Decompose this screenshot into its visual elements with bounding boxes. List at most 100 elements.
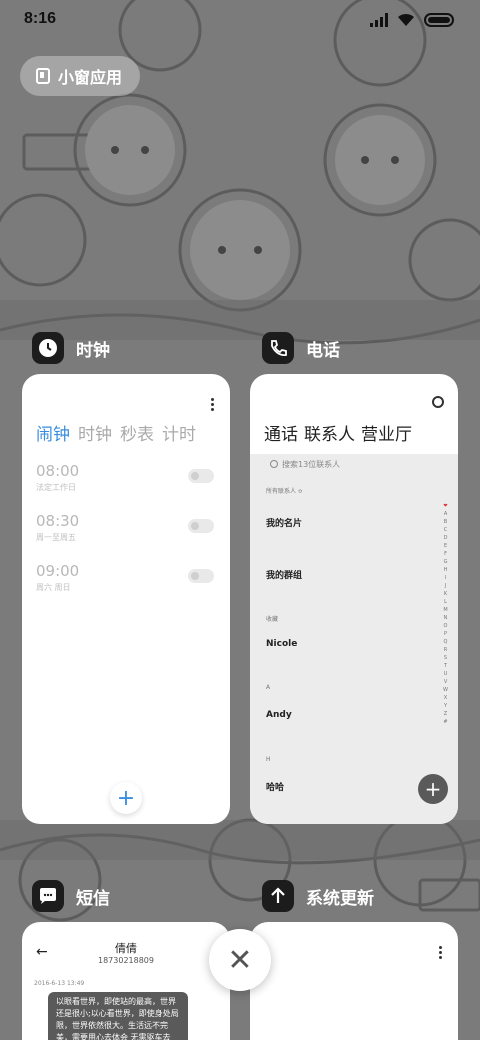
contacts-search-input[interactable]: 搜索13位联系人 xyxy=(260,454,448,474)
tab-contacts[interactable]: 联系人 xyxy=(304,420,355,445)
index-letter[interactable]: # xyxy=(443,718,447,726)
index-letter[interactable]: J xyxy=(445,582,446,590)
alarm-toggle[interactable] xyxy=(188,469,214,483)
index-letter[interactable]: A xyxy=(444,510,447,518)
chat-bubble-icon xyxy=(40,888,56,904)
index-letter[interactable]: U xyxy=(444,670,448,678)
contact-item[interactable]: Nicole xyxy=(266,639,297,649)
arrow-up-icon xyxy=(271,887,285,903)
signal-icon xyxy=(370,13,388,27)
alarm-repeat: 周六 周日 xyxy=(36,583,71,592)
messages-app-header[interactable]: 短信 xyxy=(32,880,110,912)
tab-timer[interactable]: 计时 xyxy=(162,420,196,445)
conversation-contact-name: 倩倩 xyxy=(115,942,137,955)
index-letter[interactable]: C xyxy=(444,526,448,534)
alphabet-index[interactable]: ❤ A B C D E F G H I J K L M N O P Q R S … xyxy=(443,502,448,726)
message-bubble[interactable]: 以眼看世界，即使站的最高，世界还是很小;以心看世界，即使身处局限，世界依然很大。… xyxy=(48,992,188,1040)
tab-stopwatch[interactable]: 秒表 xyxy=(120,420,154,445)
small-window-apps-button[interactable]: 小窗应用 xyxy=(20,56,140,96)
alarm-toggle[interactable] xyxy=(188,569,214,583)
index-letter[interactable]: D xyxy=(444,534,448,542)
index-letter[interactable]: Z xyxy=(444,710,447,718)
index-letter[interactable]: M xyxy=(443,606,447,614)
index-letter[interactable]: I xyxy=(445,574,446,582)
update-more-icon[interactable] xyxy=(439,946,442,959)
search-placeholder: 搜索13位联系人 xyxy=(282,459,341,469)
alarm-item[interactable]: 08:30 周一至周五 xyxy=(36,512,79,543)
add-alarm-button[interactable]: + xyxy=(110,782,142,814)
settings-icon[interactable] xyxy=(432,396,444,408)
index-letter[interactable]: O xyxy=(444,622,448,630)
section-header: A xyxy=(266,684,271,691)
small-window-label: 小窗应用 xyxy=(58,68,123,87)
index-letter[interactable]: B xyxy=(444,518,447,526)
my-card-item[interactable]: 我的名片 xyxy=(266,516,302,529)
add-contact-button[interactable]: + xyxy=(418,774,448,804)
tab-calls[interactable]: 通话 xyxy=(264,420,298,445)
index-letter[interactable]: ❤ xyxy=(443,502,447,510)
contact-item[interactable]: 哈哈 xyxy=(266,780,284,793)
index-letter[interactable]: N xyxy=(444,614,448,622)
alarm-time: 08:30 xyxy=(36,512,80,530)
index-letter[interactable]: S xyxy=(444,654,447,662)
message-timestamp: 2016-6-13 13:49 xyxy=(34,980,85,987)
update-app-icon xyxy=(262,880,294,912)
index-letter[interactable]: H xyxy=(444,566,448,574)
alarm-time: 09:00 xyxy=(36,562,80,580)
phone-window-card[interactable]: 通话 联系人 营业厅 搜索13位联系人 所有联系人 ≎ 我的名片 我的群组 收藏… xyxy=(250,374,458,824)
index-letter[interactable]: T xyxy=(444,662,447,670)
favorites-header: 收藏 xyxy=(266,616,279,623)
alarm-repeat: 周一至周五 xyxy=(36,533,76,542)
update-window-card[interactable] xyxy=(250,922,458,1040)
conversation-contact-number: 18730218809 xyxy=(98,956,154,965)
alarm-repeat: 法定工作日 xyxy=(36,483,76,492)
index-letter[interactable]: W xyxy=(443,686,448,694)
index-letter[interactable]: R xyxy=(444,646,447,654)
clock-app-name: 时钟 xyxy=(76,340,110,361)
messages-app-name: 短信 xyxy=(76,888,110,909)
status-icons xyxy=(370,12,454,28)
search-icon xyxy=(270,460,278,468)
messages-app-icon xyxy=(32,880,64,912)
close-all-button[interactable]: ✕ xyxy=(209,929,271,991)
tab-clock[interactable]: 时钟 xyxy=(78,420,112,445)
tab-alarm[interactable]: 闹钟 xyxy=(36,420,70,445)
status-bar: 8:16 xyxy=(0,0,480,40)
index-letter[interactable]: K xyxy=(444,590,447,598)
status-time: 8:16 xyxy=(24,10,57,27)
tab-service-hall[interactable]: 营业厅 xyxy=(361,420,412,445)
phone-app-icon xyxy=(262,332,294,364)
update-app-name: 系统更新 xyxy=(306,888,374,909)
section-header: H xyxy=(266,756,271,763)
index-letter[interactable]: Y xyxy=(444,702,447,710)
phone-app-name: 电话 xyxy=(306,340,340,361)
clock-tabs: 闹钟 时钟 秒表 计时 xyxy=(36,420,196,445)
phone-icon xyxy=(271,340,287,356)
wifi-icon xyxy=(398,13,414,26)
index-letter[interactable]: F xyxy=(444,550,447,558)
index-letter[interactable]: X xyxy=(444,694,447,702)
clock-app-icon xyxy=(32,332,64,364)
index-letter[interactable]: G xyxy=(444,558,448,566)
update-app-header[interactable]: 系统更新 xyxy=(262,880,374,912)
index-letter[interactable]: E xyxy=(444,542,447,550)
small-window-icon xyxy=(36,68,50,84)
clock-icon xyxy=(39,339,57,357)
clock-window-card[interactable]: 闹钟 时钟 秒表 计时 08:00 法定工作日 08:30 周一至周五 09:0… xyxy=(22,374,230,824)
messages-window-card[interactable]: ← 倩倩 18730218809 2016-6-13 13:49 以眼看世界，即… xyxy=(22,922,230,1040)
index-letter[interactable]: P xyxy=(444,630,447,638)
index-letter[interactable]: Q xyxy=(444,638,448,646)
index-letter[interactable]: L xyxy=(444,598,447,606)
my-groups-item[interactable]: 我的群组 xyxy=(266,568,302,581)
alarm-time: 08:00 xyxy=(36,462,80,480)
phone-tabs: 通话 联系人 营业厅 xyxy=(264,420,412,445)
alarm-item[interactable]: 09:00 周六 周日 xyxy=(36,562,79,593)
contact-item[interactable]: Andy xyxy=(266,710,292,720)
alarm-item[interactable]: 08:00 法定工作日 xyxy=(36,462,79,493)
clock-more-icon[interactable] xyxy=(211,398,214,411)
alarm-toggle[interactable] xyxy=(188,519,214,533)
contacts-filter[interactable]: 所有联系人 ≎ xyxy=(266,486,303,495)
phone-app-header[interactable]: 电话 xyxy=(262,332,340,364)
clock-app-header[interactable]: 时钟 xyxy=(32,332,110,364)
index-letter[interactable]: V xyxy=(444,678,447,686)
